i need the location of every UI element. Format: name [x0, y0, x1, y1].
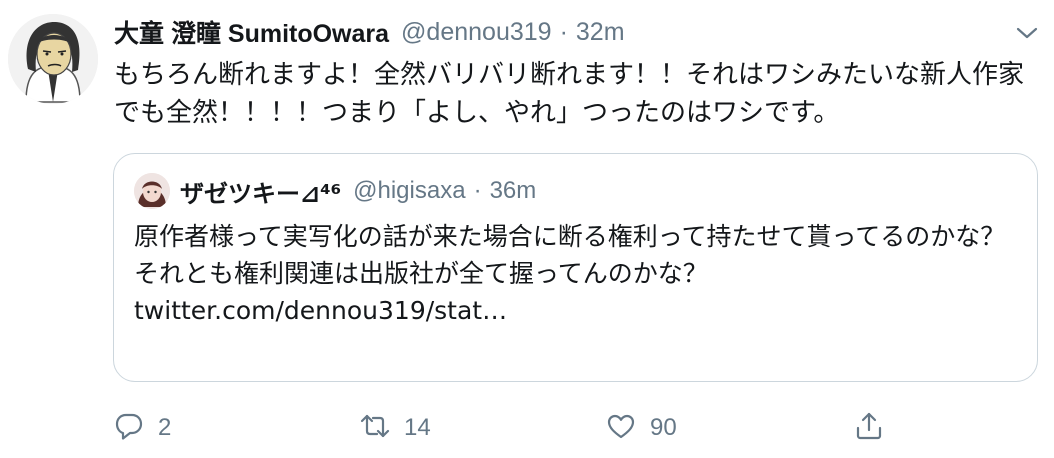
user-handle[interactable]: @dennou319: [401, 18, 552, 47]
retweet-count: 14: [404, 414, 431, 441]
quoted-handle: @higisaxa: [353, 177, 466, 204]
timestamp[interactable]: 32m: [576, 18, 625, 47]
separator: ·: [559, 17, 568, 46]
like-count: 90: [650, 414, 677, 441]
reply-count: 2: [158, 414, 172, 441]
tweet-actions: 2 14 90: [114, 406, 894, 450]
reply-icon: [114, 411, 144, 446]
quoted-avatar-illustration: [134, 173, 170, 209]
avatar[interactable]: [8, 14, 98, 104]
quoted-text-line: それとも権利関連は出版社が全て握ってんのかな？ twitter.com/denn…: [134, 259, 708, 325]
retweet-icon: [360, 411, 390, 446]
quoted-display-name: ザゼツキー⊿⁴⁶: [180, 179, 342, 208]
share-button[interactable]: [854, 406, 884, 450]
share-icon: [854, 411, 884, 446]
quoted-separator: ·: [473, 177, 482, 204]
quoted-avatar[interactable]: [134, 173, 170, 209]
avatar-illustration: [8, 14, 98, 104]
heart-icon: [606, 411, 636, 446]
quoted-header: ザゼツキー⊿⁴⁶ @higisaxa · 36m: [180, 172, 536, 210]
reply-button[interactable]: 2: [114, 406, 171, 450]
display-name[interactable]: 大童 澄瞳 SumitoOwara: [114, 14, 389, 50]
quoted-text-line: 原作者様って実写化の話が来た場合に断る権利って持たせて貰ってるのかな？: [134, 222, 1006, 251]
retweet-button[interactable]: 14: [360, 406, 431, 450]
tweet-header: 大童 澄瞳 SumitoOwara @dennou319 · 32m: [114, 14, 625, 50]
quoted-text: 原作者様って実写化の話が来た場合に断る権利って持たせて貰ってるのかな？ それとも…: [134, 218, 1014, 329]
like-button[interactable]: 90: [606, 406, 677, 450]
quoted-timestamp: 36m: [489, 177, 537, 204]
quoted-tweet[interactable]: ザゼツキー⊿⁴⁶ @higisaxa · 36m 原作者様って実写化の話が来た場…: [113, 153, 1038, 382]
tweet-text: もちろん断れますよ！全然バリバリ断れます！！それはワシみたいな新人作家でも全然！…: [114, 60, 1025, 128]
chevron-down-icon[interactable]: [1014, 22, 1040, 44]
